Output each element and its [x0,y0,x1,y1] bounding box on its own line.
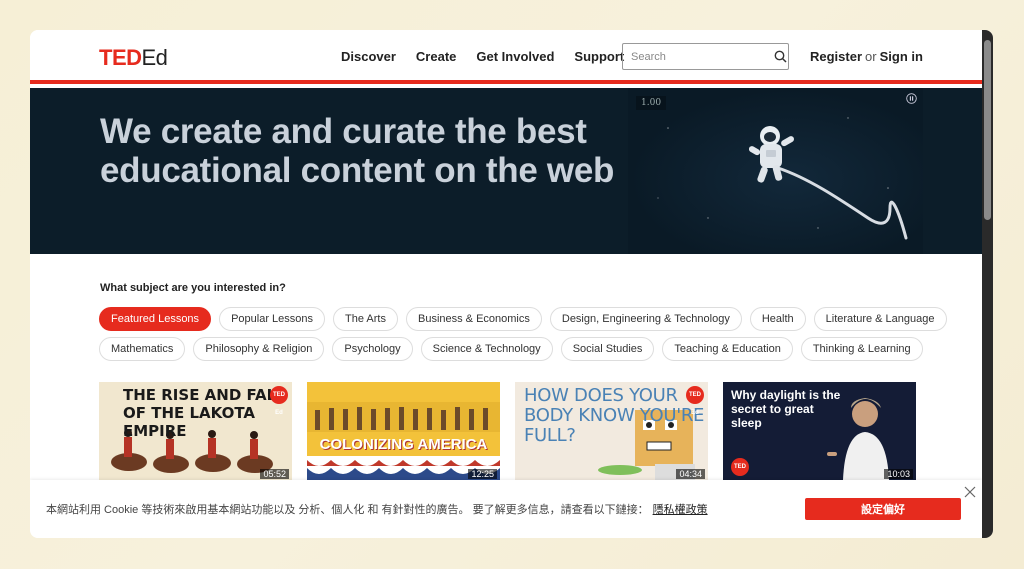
chip-row-2: Mathematics Philosophy & Religion Psycho… [99,337,923,361]
search-input[interactable] [623,50,773,63]
subject-chips: Featured Lessons Popular Lessons The Art… [99,307,947,367]
cookie-banner: 本網站利用 Cookie 等技術來啟用基本網站功能以及 分析、個人化 和 有針對… [30,480,982,538]
cookie-message: 本網站利用 Cookie 等技術來啟用基本網站功能以及 分析、個人化 和 有針對… [46,504,649,516]
scrollbar[interactable] [982,30,993,538]
chip-social-studies[interactable]: Social Studies [560,337,655,361]
chip-the-arts[interactable]: The Arts [333,307,398,331]
lesson-cards: The Rise and Fall of the Lakota Empire T… [99,382,916,480]
lesson-card[interactable]: Why daylight is the secret to great slee… [723,382,916,480]
logo-ed: Ed [141,45,168,70]
chip-business-economics[interactable]: Business & Economics [405,307,542,331]
chip-mathematics[interactable]: Mathematics [99,337,186,361]
hero-video[interactable]: 1.00 [628,88,923,254]
lesson-card[interactable]: Colonizing America 12:25 [307,382,500,480]
astronaut-illustration [657,117,908,240]
nav-support[interactable]: Support [574,49,624,64]
chip-popular-lessons[interactable]: Popular Lessons [219,307,326,331]
nav-discover[interactable]: Discover [341,49,396,64]
ted-ed-badge: TED Ed [270,386,288,416]
card-duration: 10:03 [884,469,913,479]
chip-literature-language[interactable]: Literature & Language [813,307,947,331]
card-duration: 12:25 [468,469,497,479]
chip-featured-lessons[interactable]: Featured Lessons [99,307,212,331]
card-title: Colonizing America [319,436,488,453]
search-box [622,43,789,70]
or-text: or [865,49,877,64]
cookie-preferences-button[interactable]: 設定偏好 [805,498,961,520]
chip-thinking-learning[interactable]: Thinking & Learning [800,337,923,361]
card-duration: 05:52 [260,469,289,479]
card-title: Why daylight is the secret to great slee… [731,388,841,430]
hero-title: We create and curate the best educationa… [100,112,615,190]
page-content: TEDEd Discover Create Get Involved Suppo… [30,30,982,538]
nav-get-involved[interactable]: Get Involved [476,49,554,64]
ted-ed-logo[interactable]: TEDEd [99,45,168,71]
chip-health[interactable]: Health [749,307,806,331]
lesson-card[interactable]: The Rise and Fall of the Lakota Empire T… [99,382,292,480]
nav-create[interactable]: Create [416,49,456,64]
chip-philosophy-religion[interactable]: Philosophy & Religion [193,337,325,361]
colonizing-illustration [307,402,500,480]
chip-teaching-education[interactable]: Teaching & Education [662,337,793,361]
scrollbar-thumb[interactable] [984,40,991,220]
card-title: The Rise and Fall of the Lakota Empire [123,386,286,440]
close-icon[interactable] [964,486,976,498]
card-title: How does your body know you're full? [524,385,705,446]
card-duration: 04:34 [676,469,705,479]
logo-ted: TED [99,45,142,70]
chip-psychology[interactable]: Psychology [332,337,413,361]
lesson-card[interactable]: How does your body know you're full? TED… [515,382,708,480]
register-link[interactable]: Register [810,49,862,64]
signin-link[interactable]: Sign in [880,49,923,64]
main-nav: Discover Create Get Involved Support [341,49,644,64]
ted-badge: TED [731,458,749,476]
cookie-text: 本網站利用 Cookie 等技術來啟用基本網站功能以及 分析、個人化 和 有針對… [46,501,708,517]
subject-question: What subject are you interested in? [100,282,286,294]
ted-ed-badge: TED Ed [686,386,704,416]
hero-banner: We create and curate the best educationa… [30,88,982,254]
auth-links: Register or Sign in [810,49,923,64]
chip-row-1: Featured Lessons Popular Lessons The Art… [99,307,947,331]
chip-science-technology[interactable]: Science & Technology [420,337,553,361]
search-icon[interactable] [773,50,788,63]
privacy-policy-link[interactable]: 隱私權政策 [653,504,708,516]
site-header: TEDEd Discover Create Get Involved Suppo… [30,30,982,84]
chip-design-engineering-technology[interactable]: Design, Engineering & Technology [549,307,742,331]
browser-window: TEDEd Discover Create Get Involved Suppo… [30,30,993,538]
